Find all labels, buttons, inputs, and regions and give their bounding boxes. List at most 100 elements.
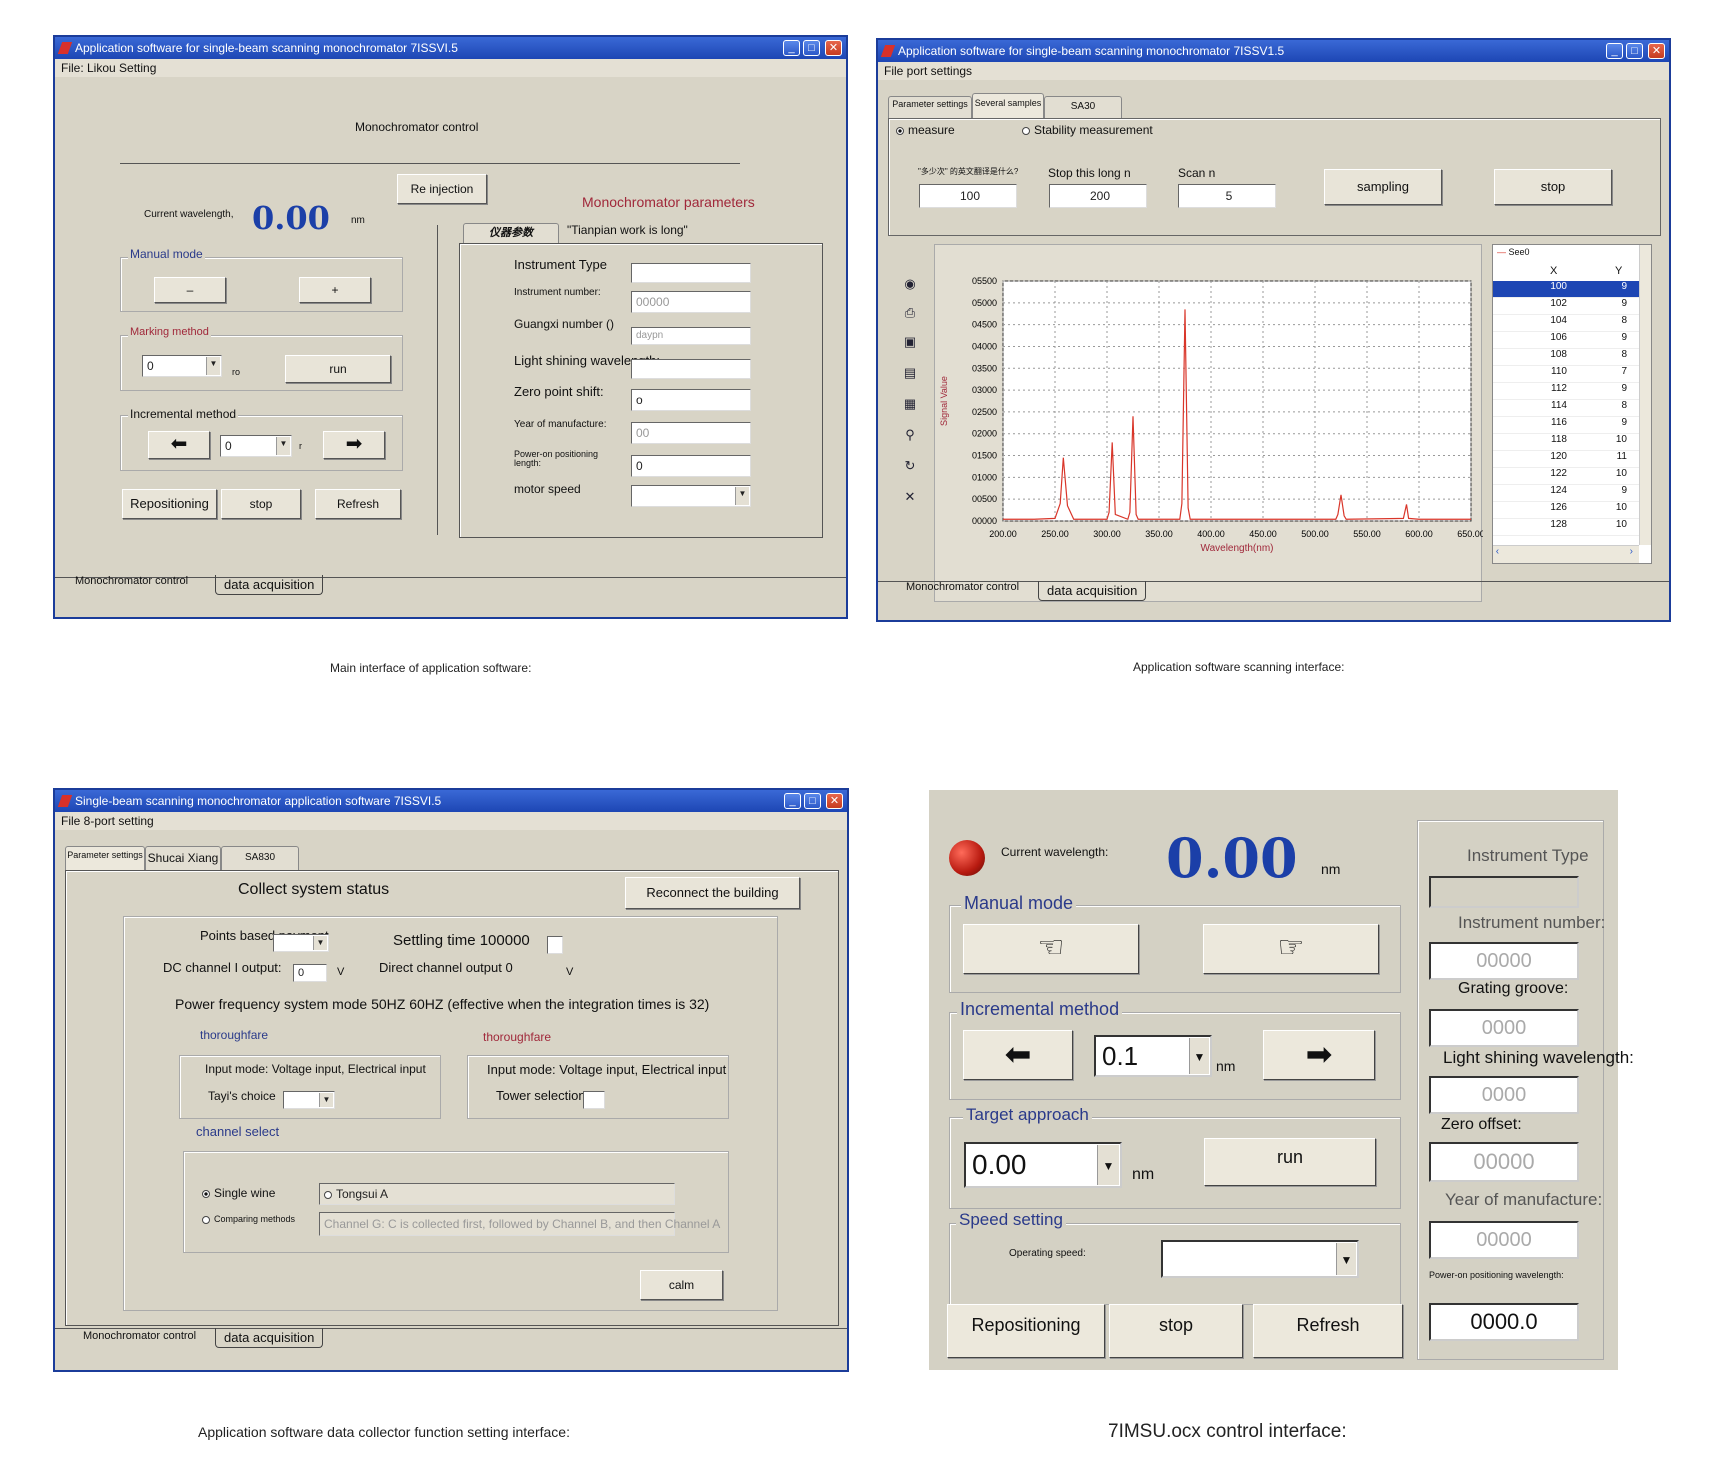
incremental-select[interactable]: 0.1 ▼ bbox=[1094, 1035, 1212, 1077]
increment-button[interactable]: + bbox=[299, 277, 371, 303]
refresh-button[interactable]: Refresh bbox=[315, 489, 401, 519]
close-button[interactable]: ✕ bbox=[825, 40, 842, 56]
menu-file[interactable]: File port settings bbox=[884, 64, 972, 78]
minimize-button[interactable]: _ bbox=[783, 40, 800, 56]
vertical-scrollbar[interactable] bbox=[1639, 245, 1651, 545]
tab-instrument-params[interactable]: 仪器参数 bbox=[463, 223, 559, 243]
radio-comparing-icon[interactable] bbox=[202, 1215, 210, 1224]
settling-time-spinner[interactable] bbox=[547, 936, 563, 954]
step-forward-button[interactable]: ➡ bbox=[1263, 1030, 1375, 1080]
radio-single-wine-icon[interactable] bbox=[202, 1189, 210, 1198]
instrument-type-field[interactable] bbox=[631, 263, 751, 283]
minimize-button[interactable]: _ bbox=[784, 793, 801, 809]
stop-button[interactable]: stop bbox=[1109, 1304, 1243, 1358]
table-row[interactable]: 112 9 bbox=[1493, 383, 1643, 400]
chevron-down-icon[interactable]: ▼ bbox=[1336, 1243, 1356, 1275]
instrument-type-field[interactable] bbox=[1429, 876, 1579, 908]
manual-decrement-button[interactable]: ☜ bbox=[963, 924, 1139, 974]
radio-single-wine[interactable]: Single wine bbox=[202, 1186, 275, 1200]
chevron-down-icon[interactable]: ▼ bbox=[313, 936, 327, 950]
tab-monochromator-control[interactable]: Monochromator control bbox=[75, 575, 188, 587]
data-table[interactable]: — See0 X Y 100 9 102 9 104 8 106 9 108 8 110 7 112 9 1… bbox=[1492, 244, 1652, 564]
guangxi-number-field[interactable]: daypn bbox=[631, 327, 751, 345]
radio-comparing[interactable]: Comparing methods bbox=[202, 1214, 295, 1224]
open-folder-icon[interactable]: ▦ bbox=[900, 393, 920, 413]
menu-file[interactable]: File 8-port setting bbox=[61, 814, 154, 828]
chevron-down-icon[interactable]: ▼ bbox=[1097, 1145, 1119, 1185]
run-button[interactable]: run bbox=[1204, 1138, 1376, 1186]
maximize-button[interactable]: □ bbox=[804, 793, 821, 809]
save-icon[interactable]: ▣ bbox=[900, 331, 920, 351]
stop-button[interactable]: stop bbox=[1494, 169, 1612, 205]
reconnect-button[interactable]: Reconnect the building bbox=[625, 877, 800, 909]
close-button[interactable]: ✕ bbox=[1648, 43, 1665, 59]
tab-data-acquisition[interactable]: data acquisition bbox=[1038, 581, 1147, 601]
channel-choice-box[interactable]: Tongsui A bbox=[319, 1183, 675, 1205]
table-row[interactable]: 102 9 bbox=[1493, 298, 1643, 315]
decrement-button[interactable]: – bbox=[154, 277, 226, 303]
minimize-button[interactable]: _ bbox=[1606, 43, 1623, 59]
table-row[interactable]: 106 9 bbox=[1493, 332, 1643, 349]
table-row[interactable]: 118 10 bbox=[1493, 434, 1643, 451]
table-row[interactable]: 128 10 bbox=[1493, 519, 1643, 536]
zero-point-field[interactable]: o bbox=[631, 389, 751, 411]
maximize-button[interactable]: □ bbox=[803, 40, 820, 56]
menu-bar[interactable]: File: Likou Setting bbox=[55, 59, 846, 77]
tab-several-samples[interactable]: Several samples bbox=[972, 93, 1044, 118]
chevron-down-icon[interactable]: ▼ bbox=[319, 1093, 333, 1107]
operating-speed-select[interactable]: ▼ bbox=[1161, 1240, 1359, 1278]
zero-offset-field[interactable]: 00000 bbox=[1429, 1142, 1579, 1182]
tower-selection-select[interactable] bbox=[583, 1091, 605, 1109]
horizontal-scrollbar[interactable]: ‹ › bbox=[1493, 545, 1639, 563]
menu-bar[interactable]: File 8-port setting bbox=[55, 812, 847, 830]
table-row[interactable]: 110 7 bbox=[1493, 366, 1643, 383]
repositioning-button[interactable]: Repositioning bbox=[947, 1304, 1105, 1358]
menu-bar[interactable]: File port settings bbox=[878, 62, 1669, 80]
tab-tianpian[interactable]: "Tianpian work is long" bbox=[567, 223, 688, 237]
marking-select[interactable]: 0 ▼ bbox=[142, 355, 222, 377]
motor-speed-select[interactable]: ▼ bbox=[631, 485, 751, 507]
table-row[interactable]: 104 8 bbox=[1493, 315, 1643, 332]
tab-monochromator-control[interactable]: Monochromator control bbox=[83, 1330, 196, 1342]
target-select[interactable]: 0.00 ▼ bbox=[964, 1142, 1122, 1188]
grating-groove-field[interactable]: 0000 bbox=[1429, 1009, 1579, 1047]
save-as-icon[interactable]: ▤ bbox=[900, 362, 920, 382]
instrument-number-field[interactable]: 00000 bbox=[1429, 942, 1579, 980]
close-icon[interactable]: ✕ bbox=[900, 486, 920, 506]
refresh-button[interactable]: Refresh bbox=[1253, 1304, 1403, 1358]
tayi-choice-select[interactable]: ▼ bbox=[283, 1091, 335, 1109]
table-row[interactable]: 114 8 bbox=[1493, 400, 1643, 417]
light-shining-field[interactable]: 0000 bbox=[1429, 1076, 1579, 1114]
tab-monochromator-control[interactable]: Monochromator control bbox=[906, 581, 1019, 593]
table-row[interactable]: 120 11 bbox=[1493, 451, 1643, 468]
manual-increment-button[interactable]: ☞ bbox=[1203, 924, 1379, 974]
tab-parameter-settings[interactable]: Parameter settings bbox=[65, 846, 145, 870]
tab-data-acquisition[interactable]: data acquisition bbox=[215, 1328, 324, 1348]
calm-button[interactable]: calm bbox=[640, 1270, 723, 1300]
field2-input[interactable]: 200 bbox=[1049, 184, 1147, 208]
table-row[interactable]: 122 10 bbox=[1493, 468, 1643, 485]
tab-shucai-xiang[interactable]: Shucai Xiang bbox=[145, 846, 221, 870]
radio-stability-icon[interactable] bbox=[1022, 126, 1030, 135]
field1-input[interactable]: 100 bbox=[919, 184, 1017, 208]
table-row[interactable]: 124 9 bbox=[1493, 485, 1643, 502]
tab-sa830[interactable]: SA830 bbox=[221, 846, 299, 870]
chevron-down-icon[interactable]: ▼ bbox=[276, 437, 290, 455]
year-field[interactable]: 00000 bbox=[1429, 1221, 1579, 1259]
print-icon[interactable]: ⎙ bbox=[900, 302, 920, 322]
light-shining-field[interactable] bbox=[631, 359, 751, 379]
tab-parameter-settings[interactable]: Parameter settings bbox=[888, 96, 972, 118]
table-row[interactable]: 126 10 bbox=[1493, 502, 1643, 519]
tab-data-acquisition[interactable]: data acquisition bbox=[215, 575, 324, 595]
tab-sa30[interactable]: SA30 bbox=[1044, 96, 1122, 118]
refresh-icon[interactable]: ↻ bbox=[900, 455, 920, 475]
radio-measure[interactable]: measure bbox=[896, 123, 955, 137]
step-back-button[interactable]: ⬅ bbox=[963, 1030, 1073, 1080]
chevron-down-icon[interactable]: ▼ bbox=[735, 487, 749, 505]
table-row[interactable]: 100 9 bbox=[1493, 281, 1643, 298]
run-button[interactable]: run bbox=[285, 355, 391, 383]
dc-channel-field[interactable]: 0 bbox=[293, 964, 327, 982]
step-forward-button[interactable]: ➡ bbox=[323, 431, 385, 459]
close-button[interactable]: ✕ bbox=[826, 793, 843, 809]
sampling-button[interactable]: sampling bbox=[1324, 169, 1442, 205]
